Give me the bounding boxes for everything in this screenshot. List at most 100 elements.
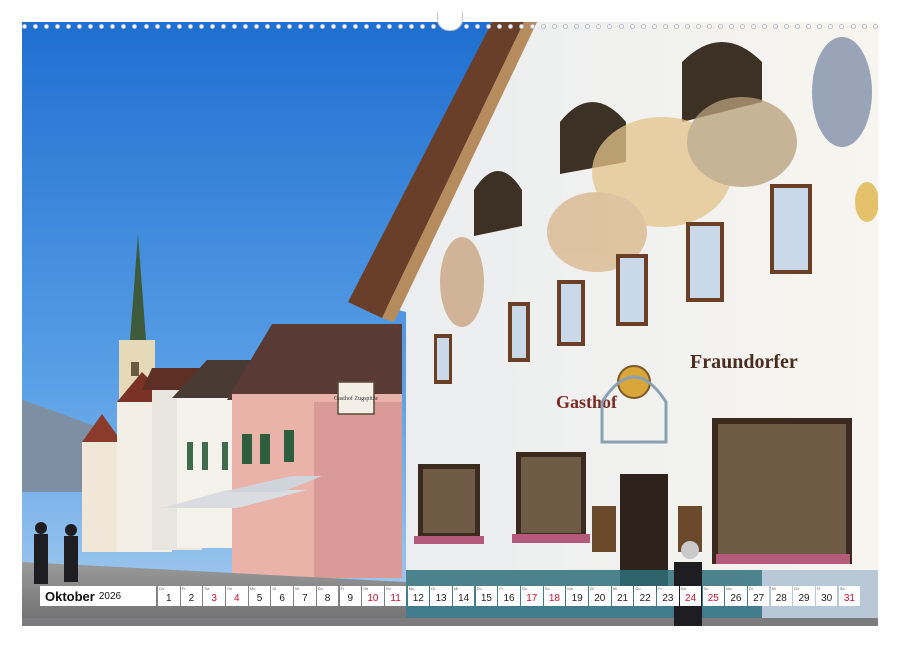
- day-number: 1: [165, 593, 172, 604]
- binding-hole: [519, 23, 525, 29]
- binding-hole: [364, 23, 370, 29]
- day-cell: Mo 12: [407, 586, 430, 606]
- binding-hole: [220, 23, 226, 29]
- day-number: 7: [302, 593, 308, 604]
- binding-hole: [673, 23, 679, 29]
- day-cell: Sa 31: [838, 586, 861, 606]
- binding-hole: [607, 23, 613, 29]
- day-cell: Mo 19: [566, 586, 588, 606]
- weekday-abbr: So: [544, 586, 550, 591]
- binding-hole: [872, 23, 878, 29]
- day-number: 15: [480, 593, 492, 604]
- weekday-abbr: Mi: [771, 586, 776, 591]
- day-cell: Mi 7: [294, 586, 316, 606]
- binding-hole: [684, 23, 690, 29]
- binding-hole: [110, 23, 116, 29]
- binding-hole: [331, 23, 337, 29]
- binding-hole: [784, 23, 790, 29]
- weekday-abbr: Fr: [181, 586, 186, 591]
- day-cell: Mi 14: [452, 586, 475, 606]
- binding-hole: [474, 23, 480, 29]
- binding-hole: [320, 23, 326, 29]
- day-cell: Fr 2: [180, 586, 203, 606]
- weekday-abbr: Fr: [340, 586, 345, 591]
- binding-hole: [751, 23, 757, 29]
- day-cell: Mi 28: [770, 586, 793, 606]
- weekday-abbr: Do: [317, 586, 323, 591]
- day-cell: Fr 16: [498, 586, 520, 606]
- binding-hole: [695, 23, 701, 29]
- binding-hole: [99, 23, 105, 29]
- day-cell: Mo 26: [725, 586, 747, 606]
- weekday-abbr: Di: [590, 586, 594, 591]
- binding-hole: [187, 23, 193, 29]
- binding-hole: [828, 23, 834, 29]
- binding-hole: [817, 23, 823, 29]
- day-number: 12: [412, 593, 424, 604]
- day-cell: Di 20: [589, 586, 611, 606]
- binding-hole: [717, 23, 723, 29]
- binding-hole: [121, 23, 127, 29]
- binding-hole: [265, 23, 271, 29]
- binding-hole: [485, 23, 491, 29]
- binding-hole: [143, 23, 149, 29]
- binding-hole: [806, 23, 812, 29]
- day-number: 30: [821, 593, 833, 604]
- binding-hole: [397, 23, 403, 29]
- day-cell: So 18: [543, 586, 566, 606]
- day-number: 14: [458, 593, 470, 604]
- binding-hole: [430, 23, 436, 29]
- binding-hole: [231, 23, 237, 29]
- weekday-abbr: Do: [794, 586, 800, 591]
- day-number: 24: [685, 593, 697, 604]
- weekday-abbr: Mi: [453, 586, 459, 591]
- weekday-abbr: Mo: [567, 586, 573, 591]
- binding-hole: [762, 23, 768, 29]
- day-cell: Mi 21: [611, 586, 634, 606]
- golden-emblem: [617, 365, 651, 399]
- calendar-strip: Oktober 2026 Do 1 Fr 2 Sa 3 So 4 Mo 5 Di 6 Mi 7 Do 8 Fr 9…: [40, 586, 861, 606]
- binding-hole: [618, 23, 624, 29]
- day-number: 29: [798, 593, 810, 604]
- day-cell: Di 6: [271, 586, 293, 606]
- weekday-abbr: Di: [431, 586, 436, 591]
- binding-hole: [463, 23, 469, 29]
- binding-hole: [839, 23, 845, 29]
- day-number: 2: [188, 593, 195, 604]
- day-cell: Do 15: [475, 586, 498, 606]
- weekday-abbr: Mo: [249, 586, 256, 591]
- binding-hole: [209, 23, 215, 29]
- month-label-box: Oktober 2026: [40, 586, 156, 606]
- day-number: 8: [324, 593, 331, 604]
- weekday-abbr: Do: [159, 586, 165, 591]
- binding-hole: [596, 23, 602, 29]
- weekday-abbr: Do: [635, 586, 641, 591]
- binding-hole: [287, 23, 293, 29]
- day-cell: Di 27: [747, 586, 770, 606]
- day-cell: Sa 24: [679, 586, 702, 606]
- day-number: 26: [730, 593, 742, 604]
- binding-hole: [497, 23, 503, 29]
- weekday-abbr: Fr: [658, 586, 662, 591]
- day-number: 6: [279, 593, 285, 604]
- day-number: 22: [639, 593, 651, 604]
- calendar-page: Gasthof Zugspitze Gasthof Fraundorfer Ok…: [0, 0, 899, 648]
- binding-hole: [629, 23, 635, 29]
- day-number: 4: [234, 593, 240, 604]
- month-name: Oktober: [45, 588, 95, 604]
- day-number: 20: [594, 593, 606, 604]
- weekday-abbr: Sa: [363, 586, 369, 591]
- weekday-abbr: Fr: [499, 586, 504, 591]
- binding-hole: [574, 23, 580, 29]
- binding-hole: [33, 23, 39, 29]
- binding-hole: [408, 23, 414, 29]
- day-cell: Sa 3: [203, 586, 225, 606]
- binding-hole: [563, 23, 569, 29]
- day-cell: Mo 5: [248, 586, 271, 606]
- binding-hole: [309, 23, 315, 29]
- day-number: 27: [753, 593, 765, 604]
- fraundorfer-sign: Fraundorfer: [690, 351, 798, 373]
- binding-hole: [386, 23, 392, 29]
- binding-hole: [773, 23, 779, 29]
- street-scene-illustration: Gasthof Zugspitze Gasthof Fraundorfer: [22, 22, 878, 626]
